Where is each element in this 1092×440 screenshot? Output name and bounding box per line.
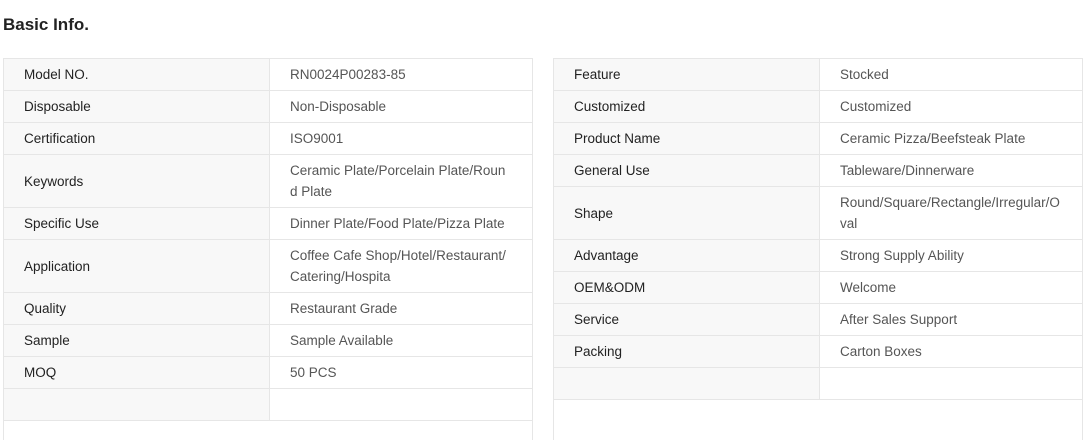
attribute-value — [269, 388, 532, 421]
attribute-name: Disposable — [4, 90, 270, 123]
basic-info-table-left: Model NO. RN0024P00283-85 Disposable Non… — [3, 58, 533, 440]
table-row: Disposable Non-Disposable — [4, 90, 532, 123]
table-row: Feature Stocked — [554, 59, 1082, 91]
table-row: Packing Carton Boxes — [554, 335, 1082, 368]
attribute-name: Product Name — [554, 122, 820, 155]
table-row: Quality Restaurant Grade — [4, 292, 532, 325]
section-title: Basic Info. — [3, 15, 89, 34]
attribute-name: General Use — [554, 154, 820, 187]
attribute-value: Ceramic Plate/Porcelain Plate/Round Plat… — [269, 154, 532, 208]
attribute-value: Dinner Plate/Food Plate/Pizza Plate — [269, 207, 532, 240]
attribute-value: Restaurant Grade — [269, 292, 532, 325]
attribute-value: Round/Square/Rectangle/Irregular/Oval — [819, 186, 1082, 240]
attribute-value: Ceramic Pizza/Beefsteak Plate — [819, 122, 1082, 155]
table-row: Model NO. RN0024P00283-85 — [4, 59, 532, 91]
attribute-name: Service — [554, 303, 820, 336]
attribute-value: Strong Supply Ability — [819, 239, 1082, 272]
table-row: Product Name Ceramic Pizza/Beefsteak Pla… — [554, 122, 1082, 155]
table-row: Shape Round/Square/Rectangle/Irregular/O… — [554, 186, 1082, 240]
attribute-value — [819, 367, 1082, 400]
attribute-value: Carton Boxes — [819, 335, 1082, 368]
table-row: General Use Tableware/Dinnerware — [554, 154, 1082, 187]
table-row: Certification ISO9001 — [4, 122, 532, 155]
attribute-value: RN0024P00283-85 — [269, 59, 532, 91]
attribute-value: Welcome — [819, 271, 1082, 304]
table-row: Specific Use Dinner Plate/Food Plate/Piz… — [4, 207, 532, 240]
attribute-name: Certification — [4, 122, 270, 155]
attribute-name: Quality — [4, 292, 270, 325]
attribute-name: Keywords — [4, 154, 270, 208]
attribute-name: Sample — [4, 324, 270, 357]
table-row — [554, 367, 1082, 400]
attribute-value: ISO9001 — [269, 122, 532, 155]
attribute-name: Application — [4, 239, 270, 293]
table-row: Sample Sample Available — [4, 324, 532, 357]
attribute-name: Specific Use — [4, 207, 270, 240]
attribute-value: 50 PCS — [269, 356, 532, 389]
attribute-name — [4, 388, 270, 421]
attribute-name: Customized — [554, 90, 820, 123]
table-row: Keywords Ceramic Plate/Porcelain Plate/R… — [4, 154, 532, 208]
attribute-name: MOQ — [4, 356, 270, 389]
attribute-value: Sample Available — [269, 324, 532, 357]
attribute-value: Customized — [819, 90, 1082, 123]
attribute-value: After Sales Support — [819, 303, 1082, 336]
basic-info-table-right: Feature Stocked Customized Customized Pr… — [553, 58, 1083, 440]
table-row: OEM&ODM Welcome — [554, 271, 1082, 304]
attribute-name: Packing — [554, 335, 820, 368]
attribute-name: Feature — [554, 59, 820, 91]
attribute-name: Model NO. — [4, 59, 270, 91]
table-row: Customized Customized — [554, 90, 1082, 123]
attribute-name — [554, 367, 820, 400]
table-row: Application Coffee Cafe Shop/Hotel/Resta… — [4, 239, 532, 293]
attribute-value: Stocked — [819, 59, 1082, 91]
attribute-value: Tableware/Dinnerware — [819, 154, 1082, 187]
attribute-name: OEM&ODM — [554, 271, 820, 304]
table-row: Advantage Strong Supply Ability — [554, 239, 1082, 272]
table-row: MOQ 50 PCS — [4, 356, 532, 389]
attribute-value: Coffee Cafe Shop/Hotel/Restaurant/Cateri… — [269, 239, 532, 293]
attribute-value: Non-Disposable — [269, 90, 532, 123]
attribute-name: Shape — [554, 186, 820, 240]
attribute-name: Advantage — [554, 239, 820, 272]
table-row — [4, 388, 532, 421]
table-row: Service After Sales Support — [554, 303, 1082, 336]
